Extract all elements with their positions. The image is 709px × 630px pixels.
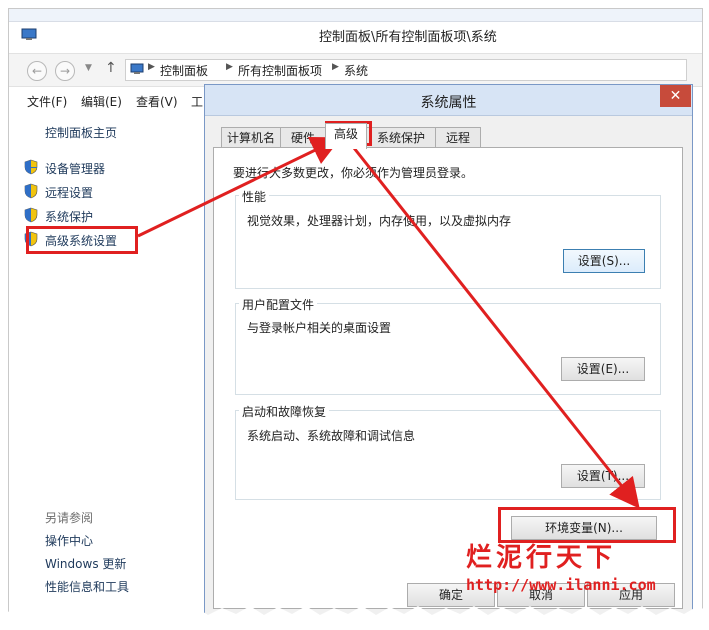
- watermark: 烂泥行天下 http://www.ilanni.com: [466, 537, 656, 594]
- torn-edge: [0, 606, 709, 630]
- annotation-arrows: [137, 136, 640, 509]
- watermark-brand: 烂泥行天下: [466, 543, 617, 573]
- watermark-url: http://www.ilanni.com: [466, 576, 656, 594]
- tab-advanced[interactable]: 高级: [325, 123, 367, 149]
